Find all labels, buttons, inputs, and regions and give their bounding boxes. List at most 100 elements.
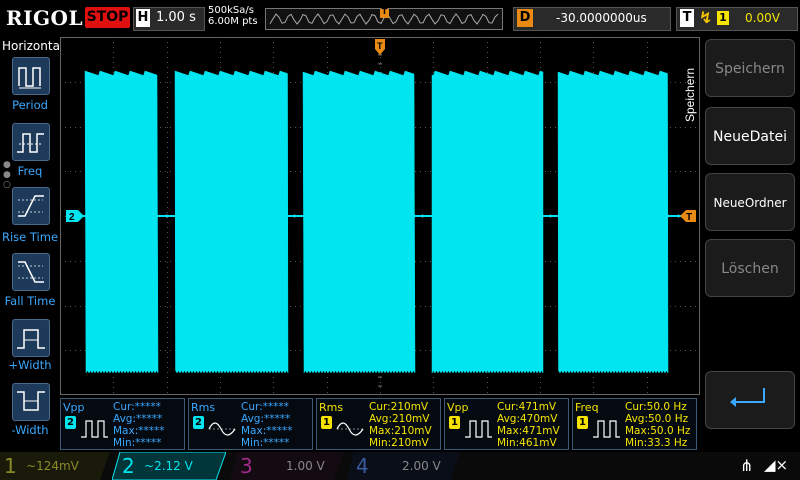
period-icon [18,67,41,89]
run-stop-indicator[interactable]: STOP [85,7,130,28]
usb-icon: ⋔ [740,456,754,475]
stat-min: Min:***** [113,437,162,449]
fall-time-icon [18,261,44,283]
measurement-name: Rms [319,401,344,414]
waveform-burst [84,70,159,374]
measurement-stats: Cur:50.0 Hz Avg:50.0 Hz Max:50.0 Hz Min:33.… [625,401,690,449]
channel-1-coupling: ~ [26,459,37,473]
trigger-box[interactable]: T ↯ 1 0.00V [676,7,798,31]
waveform-burst [557,70,669,374]
return-button[interactable] [705,371,795,429]
rms-icon [208,422,236,436]
stat-min: Min:***** [241,437,290,449]
measurement-stats: Cur:210mV Avg:210mV Max:210mV Min:210mV [369,401,432,449]
sample-rate: 500kSa/s [208,5,254,16]
acquisition-info: 500kSa/s 6.00M pts [208,5,258,27]
channel-badge: 2 [65,416,76,429]
channel-badge: 1 [577,416,588,429]
stat-cur: Cur:210mV [369,401,429,413]
save-menu: Speichern NeueDatei NeueOrdner Löschen [700,37,800,449]
channel-badge: 1 [321,416,332,429]
stat-avg: Avg:***** [241,413,291,425]
measurement-stats: Cur:471mV Avg:470mV Max:471mV Min:461mV [497,401,560,449]
vpp-icon [465,420,492,438]
speichern-button[interactable]: Speichern [705,39,795,97]
stat-cur: Cur:***** [241,401,289,413]
delay-box[interactable]: D -30.0000000us [513,7,671,31]
stat-max: Max:471mV [497,425,560,437]
measurement-name: Rms [191,401,216,414]
channel-status-bar: 1 ~124mV 2 ~2.12 V 3 1.00 V 4 2.00 V ⋔ ◢… [0,452,800,480]
channel-4-value: 2.00 V [402,459,441,473]
horizontal-label: H [136,9,150,27]
stat-min: Min:210mV [369,437,429,449]
channel-badge: 1 [449,416,460,429]
timebase-value: 1.00 s [156,10,196,25]
measurement-rms-ch2[interactable]: Rms 2 Cur:***** Avg:***** Max:***** Min:***… [188,398,313,450]
fall-time-label: Fall Time [4,294,56,308]
period-button[interactable] [12,57,50,95]
stat-max: Max:***** [113,425,165,437]
overview-trigger-marker: T [381,7,388,16]
channel-1-number: 1 [4,454,17,478]
stat-cur: Cur:471mV [497,401,557,413]
channel-1-scale: ~124mV [26,459,79,473]
left-menu-title: Horizontal [2,39,64,53]
rise-time-icon [18,195,44,217]
negative-width-icon [17,391,45,411]
stat-avg: Avg:470mV [497,413,558,425]
stat-avg: Avg:50.0 Hz [625,413,689,425]
channel-3-value: 1.00 V [286,459,325,473]
period-label: Period [12,98,48,112]
channel-2-scale: ~2.12 V [144,459,193,473]
memory-depth: 6.00M pts [208,16,258,27]
channel-2-value: 2.12 V [154,459,193,473]
neue-datei-button[interactable]: NeueDatei [705,107,795,165]
channel-2-tab[interactable]: 2 ~2.12 V [112,452,226,480]
negative-width-label: -Width [11,423,49,437]
measurement-rms-ch1[interactable]: Rms 1 Cur:210mV Avg:210mV Max:210mV Min:210… [316,398,441,450]
waveform-burst [302,70,416,374]
loeschen-button[interactable]: Löschen [705,239,795,297]
fall-time-button[interactable] [12,253,50,291]
stat-min: Min:461mV [497,437,557,449]
timebase-box[interactable]: H 1.00 s [133,7,205,31]
right-menu-title: Speichern [683,68,697,122]
freq-button[interactable] [12,123,50,161]
stat-cur: Cur:50.0 Hz [625,401,687,413]
horizontal-measure-menu: Horizontal Period Freq Rise Time Fall Ti… [0,37,64,449]
memory-overview-bar[interactable]: T [265,7,503,30]
stat-max: Max:50.0 Hz [625,425,691,437]
rising-edge-icon: ↯ [699,8,713,27]
stat-max: Max:210mV [369,425,432,437]
menu-page-dots: ● ● ○ [3,160,11,190]
channel-4-tab[interactable]: 4 2.00 V [346,452,460,480]
neue-ordner-button[interactable]: NeueOrdner [705,173,795,231]
measurement-stats: Cur:***** Avg:***** Max:***** Min:***** [113,401,165,449]
measurement-name: Vpp [447,401,469,414]
stat-min: Min:33.3 Hz [625,437,688,449]
waveform-display[interactable]: 2 T T [59,36,701,396]
speaker-mute-icon[interactable]: ◢× [764,456,788,474]
channel-badge: 2 [193,416,204,429]
freq-icon [17,133,44,153]
negative-width-button[interactable] [12,383,50,421]
rise-time-button[interactable] [12,187,50,225]
measurement-vpp-ch1[interactable]: Vpp 1 Cur:471mV Avg:470mV Max:471mV Min:461… [444,398,569,450]
stat-cur: Cur:***** [113,401,161,413]
positive-width-icon [17,329,45,349]
waveform-grid: 2 T T [59,36,701,396]
measurement-freq-ch1[interactable]: Freq 1 Cur:50.0 Hz Avg:50.0 Hz Max:50.0 Hz… [572,398,697,450]
stat-avg: Avg:210mV [369,413,430,425]
rise-time-label: Rise Time [1,230,59,244]
channel-1-value: 124mV [36,459,79,473]
channel-3-tab[interactable]: 3 1.00 V [230,452,344,480]
measurement-vpp-ch2[interactable]: Vpp 2 Cur:***** Avg:***** Max:***** Min:***… [60,398,185,450]
channel-1-tab[interactable]: 1 ~124mV [0,452,110,480]
positive-width-button[interactable] [12,319,50,357]
trigger-label: T [680,9,694,27]
trigger-level-marker-label: T [686,212,692,223]
measurement-stats: Cur:***** Avg:***** Max:***** Min:***** [241,401,293,449]
return-arrow-icon [730,388,765,407]
stat-avg: Avg:***** [113,413,163,425]
